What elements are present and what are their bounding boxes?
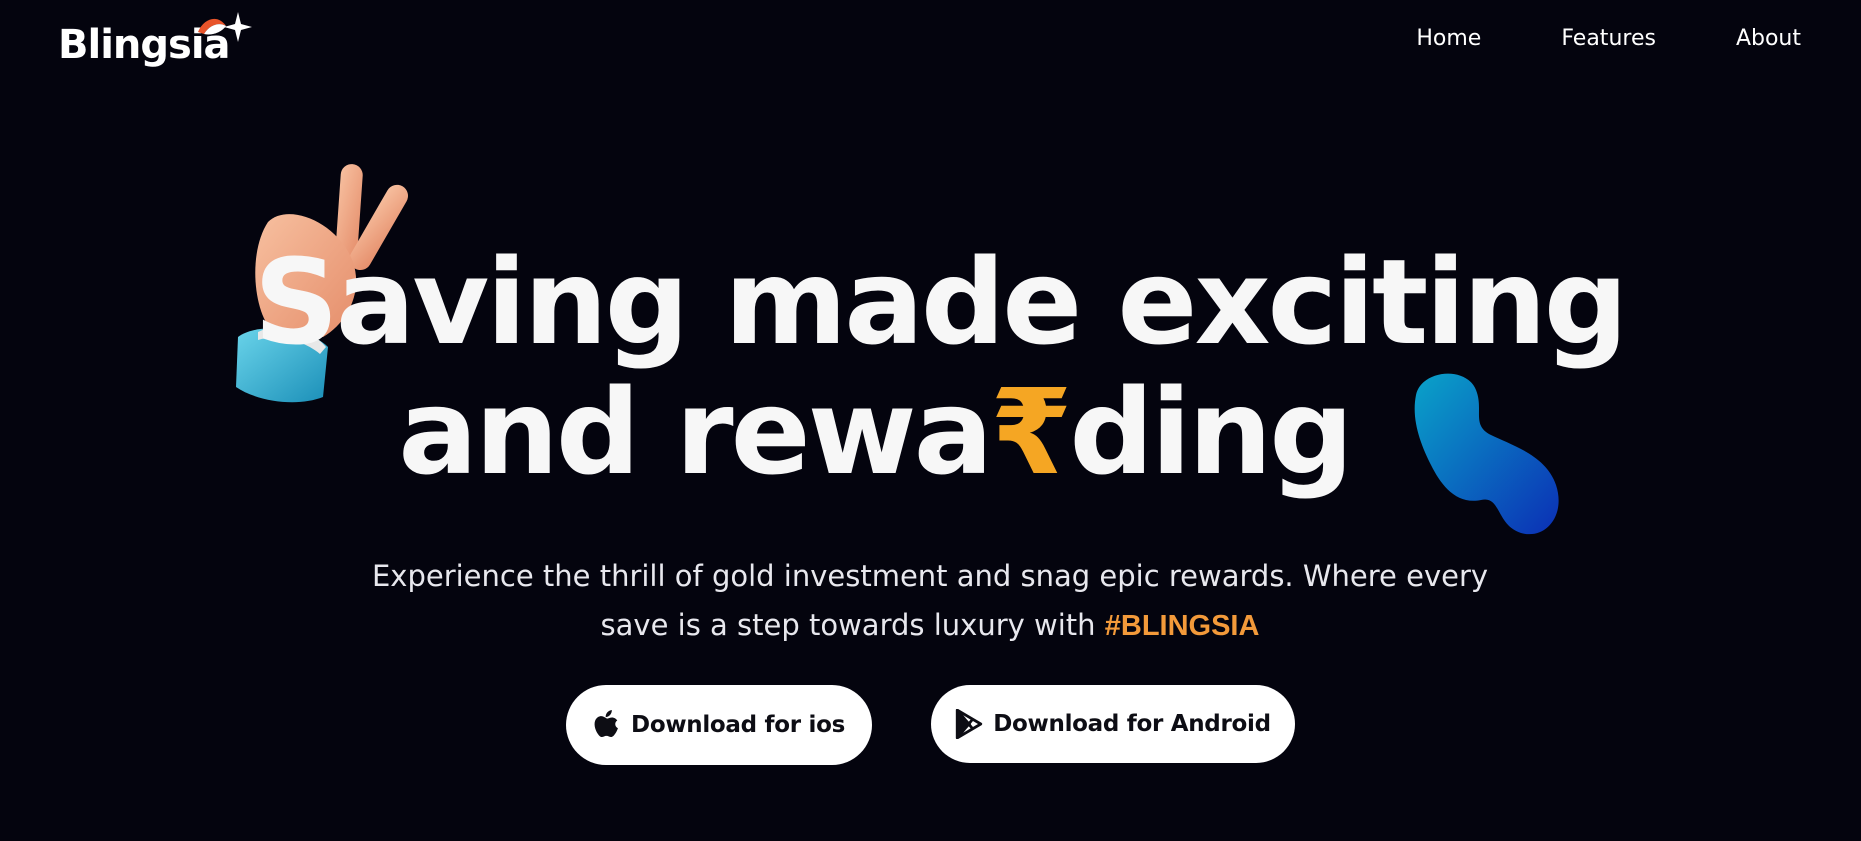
blue-blob-shape	[1414, 373, 1559, 535]
nav-about[interactable]: About	[1736, 22, 1801, 56]
download-ios-button[interactable]: Download for ios	[566, 685, 872, 765]
nav-features[interactable]: Features	[1561, 22, 1656, 56]
main-nav: Home Features About	[1416, 22, 1801, 56]
subtitle-line2: save is a step towards luxury with	[600, 608, 1105, 642]
google-play-icon	[956, 709, 983, 739]
hashtag: #BLINGSIA	[1104, 610, 1260, 642]
hero-line2-end: ding	[1069, 363, 1353, 501]
apple-icon	[594, 710, 618, 738]
nav-home[interactable]: Home	[1416, 22, 1481, 56]
landing-page: Blingsia Home Features About Saving made…	[0, 0, 1861, 841]
subtitle-line1: Experience the thrill of gold investment…	[371, 559, 1489, 593]
hero-title-line1: Saving made exciting	[253, 233, 1629, 371]
hero-line2-start: and rewa	[398, 363, 993, 501]
download-ios-label: Download for ios	[631, 712, 845, 738]
download-android-label: Download for Android	[993, 711, 1271, 737]
hero-subtitle: Experience the thrill of gold investment…	[330, 552, 1530, 651]
sparkle-icon	[198, 12, 252, 42]
rupee-symbol: ₹	[990, 363, 1072, 501]
logo[interactable]: Blingsia	[58, 12, 252, 72]
download-android-button[interactable]: Download for Android	[931, 685, 1295, 763]
hero-title-line2: and rewa₹ding	[0, 362, 1861, 502]
